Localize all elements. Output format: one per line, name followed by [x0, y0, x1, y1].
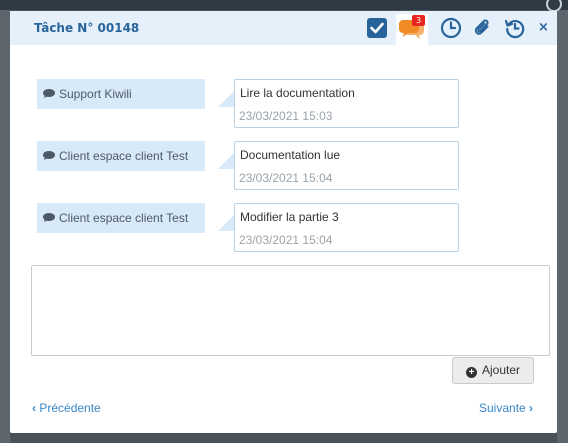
comments-icon[interactable]: 3: [396, 14, 428, 45]
message-tail: [218, 91, 234, 107]
comment-textarea[interactable]: [31, 265, 550, 356]
message-author-name: Client espace client Test: [59, 149, 189, 163]
plus-circle-icon: +: [465, 367, 477, 378]
message-timestamp: 23/03/2021 15:04: [239, 171, 333, 185]
message-text: Lire la documentation: [240, 86, 355, 100]
message-bubble: Documentation lue 23/03/2021 15:04: [234, 141, 459, 190]
chevron-left-icon: ‹: [32, 401, 36, 415]
next-label: Suivante: [479, 401, 526, 415]
add-comment-label: Ajouter: [481, 363, 521, 377]
history-icon[interactable]: [504, 17, 528, 41]
background-topbar: [0, 0, 568, 10]
message-row: Client espace client Test Modifier la pa…: [10, 203, 557, 253]
message-row: Client espace client Test Documentation …: [10, 141, 557, 191]
previous-link[interactable]: ‹ Précédente: [32, 401, 101, 415]
chevron-right-icon: ›: [529, 401, 534, 415]
message-timestamp: 23/03/2021 15:04: [239, 233, 333, 247]
previous-label: Précédente: [39, 401, 101, 415]
task-modal: Tâche N° 00148 3 × Support Kiwili Lire l…: [10, 11, 557, 433]
message-author: Client espace client Test: [37, 141, 205, 171]
message-text: Modifier la partie 3: [240, 210, 339, 224]
add-comment-button[interactable]: + Ajouter: [452, 357, 534, 384]
message-bubble: Modifier la partie 3 23/03/2021 15:04: [234, 203, 459, 252]
message-bubble: Lire la documentation 23/03/2021 15:03: [234, 79, 459, 128]
modal-title: Tâche N° 00148: [34, 21, 140, 35]
background-left-edge: [0, 10, 10, 443]
message-author: Client espace client Test: [37, 203, 205, 233]
message-author: Support Kiwili: [37, 79, 205, 109]
close-icon[interactable]: ×: [538, 20, 549, 35]
message-tail: [218, 153, 234, 169]
paperclip-icon[interactable]: [472, 17, 496, 41]
message-text: Documentation lue: [240, 148, 341, 162]
modal-header: Tâche N° 00148 3 ×: [10, 11, 557, 45]
chat-bubble-icon: [43, 151, 55, 160]
chat-bubble-icon: [43, 89, 55, 98]
clock-icon[interactable]: [440, 17, 464, 41]
message-tail: [218, 215, 234, 231]
message-author-name: Support Kiwili: [59, 87, 132, 101]
message-author-name: Client espace client Test: [59, 211, 189, 225]
comments-count-badge: 3: [412, 15, 425, 26]
message-timestamp: 23/03/2021 15:03: [239, 109, 333, 123]
next-link[interactable]: Suivante ›: [479, 401, 533, 415]
message-row: Support Kiwili Lire la documentation 23/…: [10, 79, 557, 129]
chat-bubble-icon: [43, 213, 55, 222]
checkbox-icon[interactable]: [366, 17, 390, 41]
background-right-edge: [557, 10, 568, 443]
